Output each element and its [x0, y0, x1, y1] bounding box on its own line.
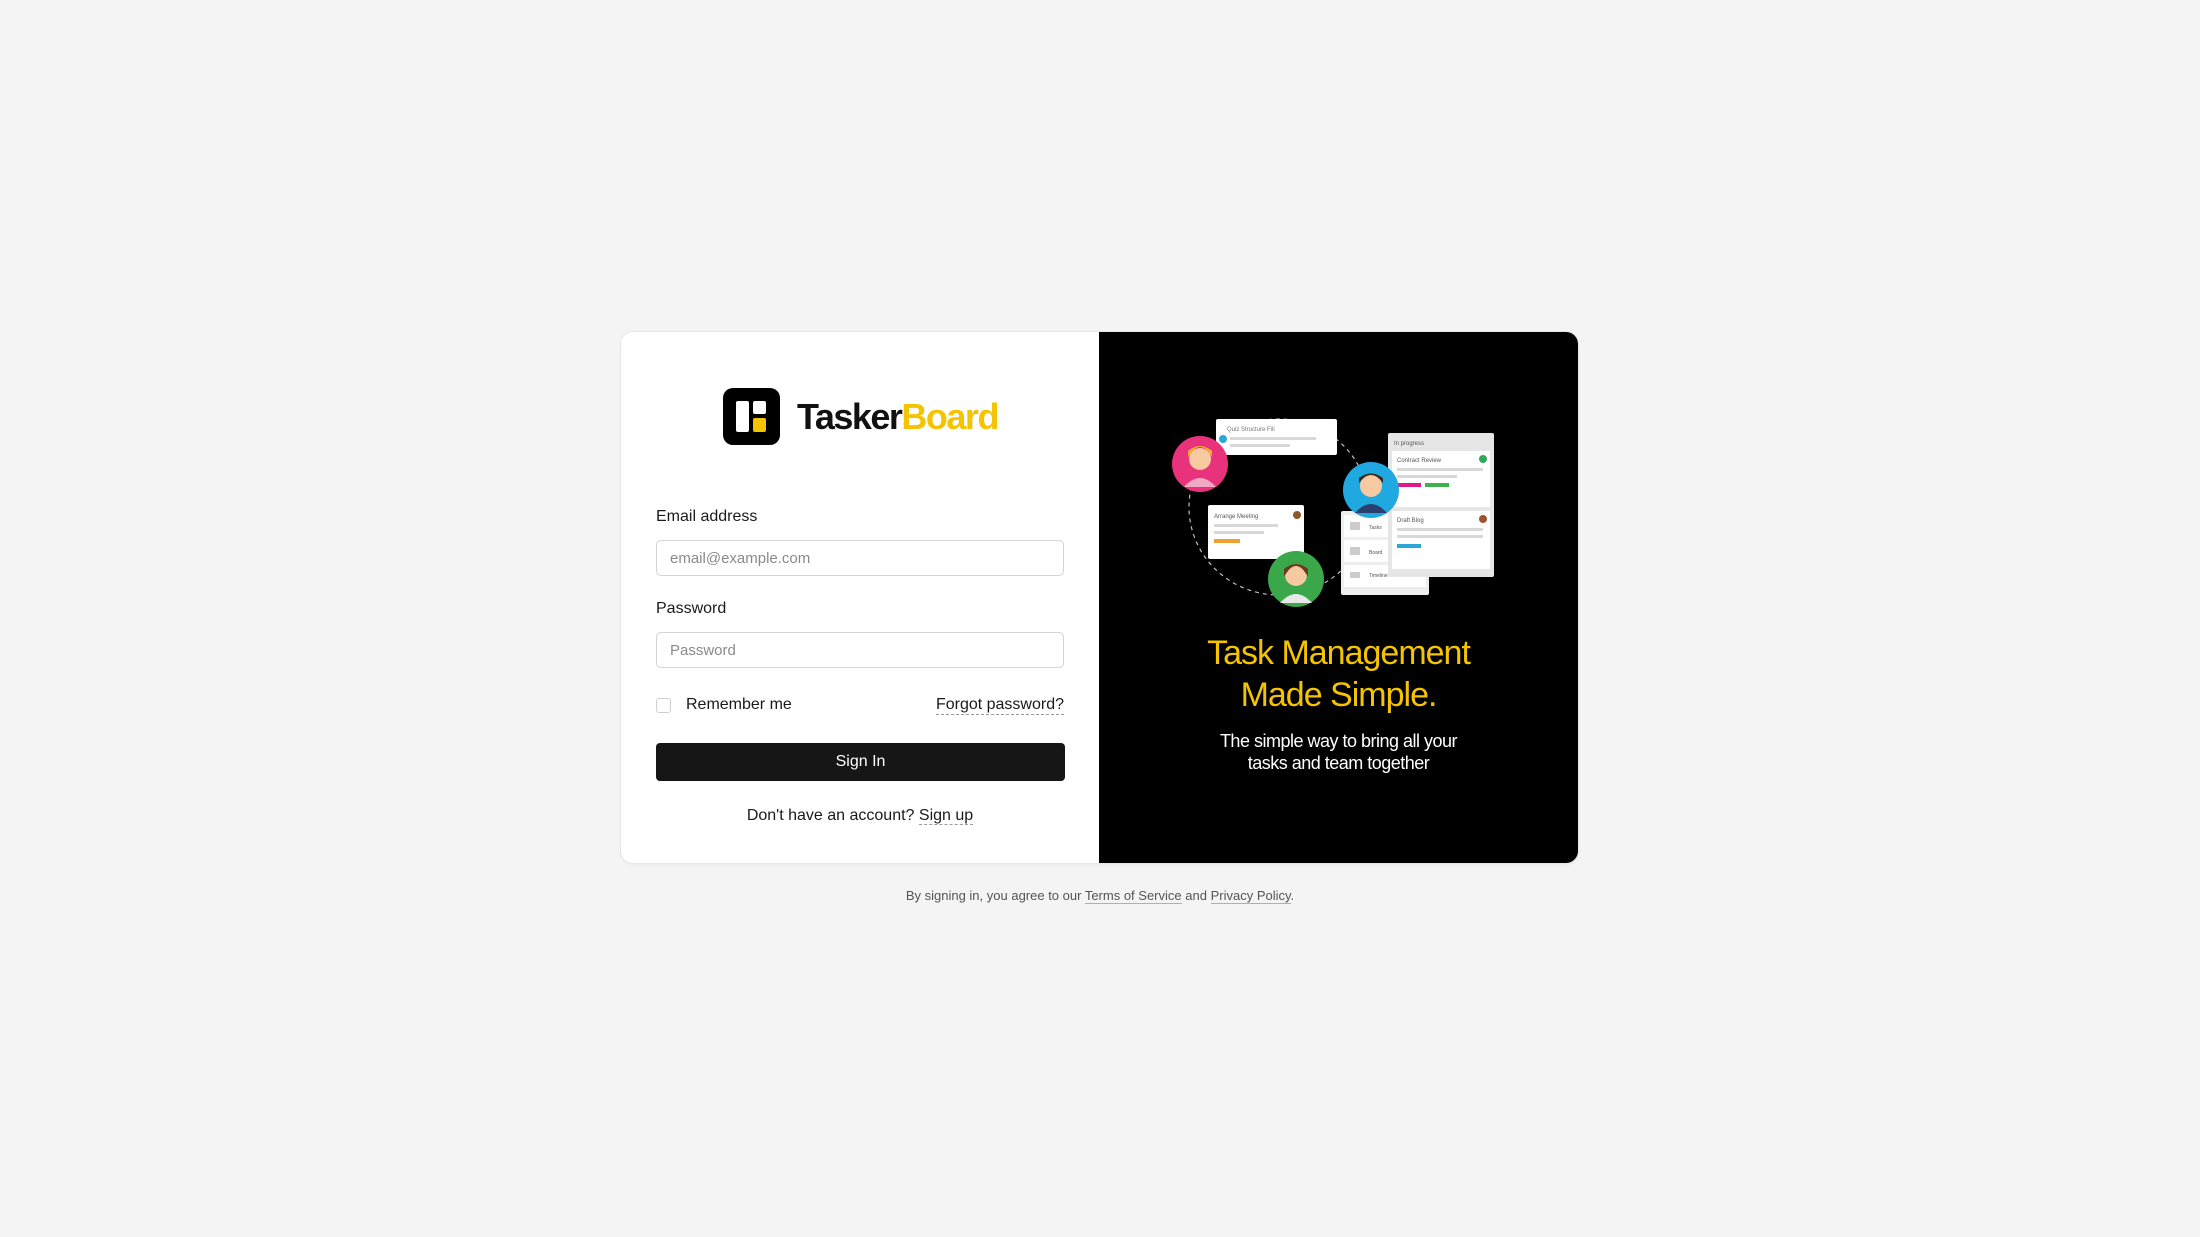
team-board-illustration: Quiz Structure Fill Arrange Meeting Task… — [1172, 418, 1494, 607]
login-card: TaskerBoard Email address Password Remem… — [621, 332, 1578, 863]
board-logo-icon — [723, 388, 780, 445]
promo-headline-line1: Task Management — [1207, 634, 1471, 672]
remember-me-label: Remember me — [686, 696, 792, 713]
sign-in-button[interactable]: Sign In — [656, 743, 1065, 781]
brand-name: TaskerBoard — [797, 395, 999, 438]
promo-panel: Quiz Structure Fill Arrange Meeting Task… — [1099, 332, 1578, 863]
terms-of-service-link[interactable]: Terms of Service — [1084, 888, 1182, 904]
footer-and: and — [1185, 888, 1207, 903]
footer-suffix: . — [1290, 888, 1295, 903]
forgot-password-link[interactable]: Forgot password? — [935, 696, 1064, 715]
privacy-policy-link[interactable]: Privacy Policy — [1210, 888, 1291, 904]
column-card-1-title: Contract Review — [1397, 458, 1442, 464]
nav-item-tasks: Tasks — [1369, 525, 1382, 531]
promo-subline: The simple way to bring all your tasks a… — [1099, 730, 1578, 774]
remember-me-checkbox[interactable] — [656, 697, 671, 713]
footer-prefix: By signing in, you agree to our — [905, 888, 1082, 903]
brand-name-part2: Board — [901, 395, 999, 437]
nav-item-timeline: Timeline — [1369, 573, 1388, 579]
promo-subline-line1: The simple way to bring all your — [1219, 731, 1458, 751]
password-label: Password — [656, 600, 727, 617]
email-label: Email address — [656, 508, 758, 525]
email-input[interactable] — [656, 540, 1064, 576]
avatar-green — [1268, 551, 1324, 607]
login-panel: TaskerBoard Email address Password Remem… — [621, 332, 1099, 863]
signup-prompt: Don't have an account? — [746, 807, 915, 824]
brand-logo: TaskerBoard — [723, 388, 999, 445]
remember-me[interactable]: Remember me — [656, 696, 792, 714]
promo-subline-line2: tasks and team together — [1247, 753, 1430, 773]
task-card-1-title: Quiz Structure Fill — [1227, 427, 1275, 433]
task-card-2-title: Arrange Meeting — [1214, 514, 1258, 520]
promo-headline-line2: Made Simple. — [1240, 676, 1438, 714]
promo-headline: Task Management Made Simple. — [1099, 632, 1578, 716]
avatar-blue — [1343, 462, 1399, 518]
sign-up-link[interactable]: Sign up — [918, 807, 974, 825]
progress-column-title: In progress — [1394, 441, 1424, 447]
password-input[interactable] — [656, 632, 1064, 668]
legal-footer: By signing in, you agree to our Terms of… — [0, 888, 2200, 904]
column-card-2-title: Draft Blog — [1397, 518, 1424, 524]
nav-item-board: Board — [1369, 550, 1383, 556]
avatar-pink — [1172, 436, 1228, 492]
signup-row: Don't have an account? Sign up — [621, 807, 1099, 825]
brand-name-part1: Tasker — [797, 395, 903, 437]
